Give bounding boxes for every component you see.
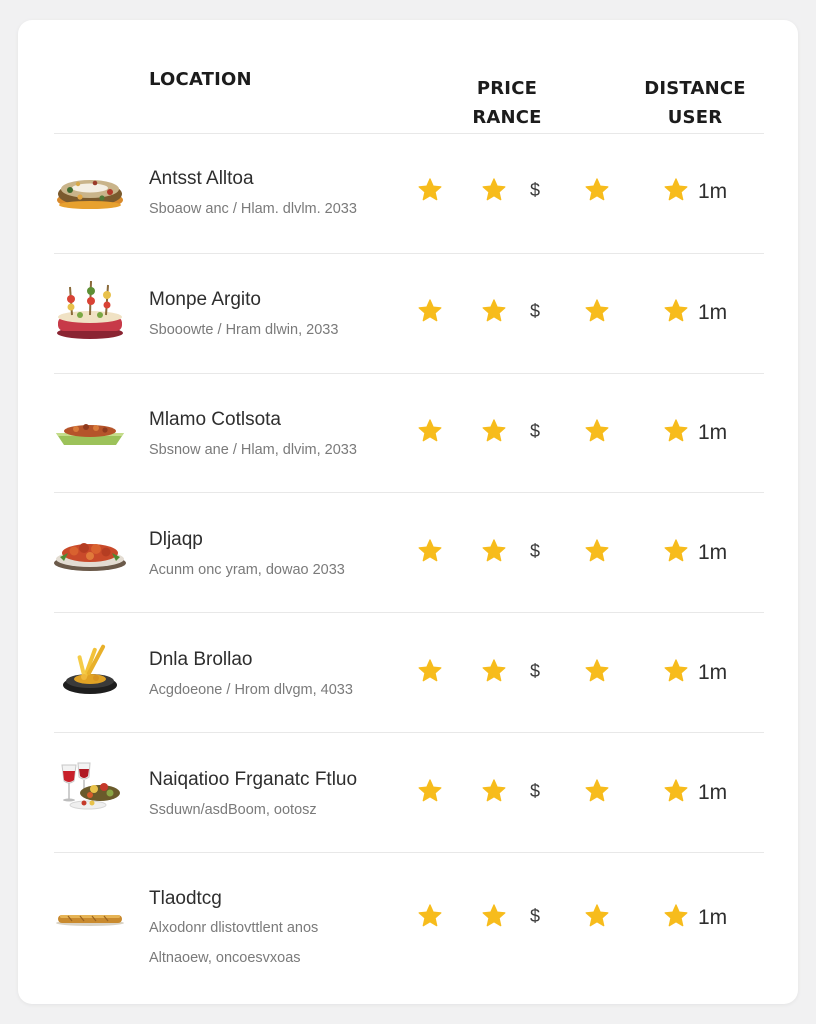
location-row[interactable]: Naiqatioo Frganatc Ftluo Ssduwn/asdBoom, … — [18, 733, 798, 853]
star-icon — [584, 177, 610, 203]
distance-value: 1m — [698, 180, 728, 203]
price-range-value: $ — [530, 180, 541, 200]
star-icon — [584, 658, 610, 684]
skewer-platter-icon — [50, 273, 130, 349]
star-icon — [663, 538, 689, 564]
star-icon — [663, 418, 689, 444]
location-name[interactable]: Dljaqp — [149, 529, 203, 551]
location-details: Acgdoeone / Hrom dlvgm, 4033 — [149, 682, 353, 698]
star-icon — [481, 298, 507, 324]
location-details: Acunm onc yram, dowao 2033 — [149, 562, 345, 578]
star-icon — [663, 177, 689, 203]
baguette-icon — [50, 877, 130, 953]
star-icon — [663, 298, 689, 324]
star-icon — [481, 538, 507, 564]
star-icon — [417, 538, 443, 564]
fries-bowl-icon — [50, 633, 130, 709]
column-header-distance-line2: USER — [667, 107, 723, 128]
star-icon — [417, 418, 443, 444]
column-header-location[interactable]: LOCATION — [149, 65, 252, 94]
location-details: Alxodonr dlistovttlent anos — [149, 920, 319, 936]
price-range-value: $ — [530, 781, 541, 801]
green-tray-icon — [50, 393, 130, 469]
star-icon — [481, 778, 507, 804]
price-range-value: $ — [530, 906, 541, 926]
location-name[interactable]: Tlaodtcg — [149, 888, 222, 910]
distance-value: 1m — [698, 781, 728, 804]
wine-glasses-icon — [50, 753, 130, 829]
location-details-extra: Altnaoew, oncoesvxoas — [149, 950, 301, 966]
star-icon — [584, 418, 610, 444]
roast-platter-icon — [50, 513, 130, 589]
star-icon — [663, 903, 689, 929]
star-icon — [417, 903, 443, 929]
column-header-distance-user[interactable]: DISTANCE USER — [630, 74, 760, 132]
location-name[interactable]: Monpe Argito — [149, 289, 261, 311]
location-details: Sboaow anc / Hlam. dlvlm. 2033 — [149, 201, 357, 217]
distance-value: 1m — [698, 906, 728, 929]
price-range-value: $ — [530, 421, 541, 441]
star-icon — [663, 778, 689, 804]
star-icon — [584, 903, 610, 929]
star-icon — [663, 658, 689, 684]
price-range-value: $ — [530, 541, 541, 561]
star-icon — [584, 298, 610, 324]
star-icon — [417, 298, 443, 324]
column-header-location-label: LOCATION — [149, 69, 252, 90]
location-name[interactable]: Naiqatioo Frganatc Ftluo — [149, 769, 357, 791]
location-row[interactable]: Dljaqp Acunm onc yram, dowao 2033 $1m — [18, 493, 798, 613]
price-range-value: $ — [530, 301, 541, 321]
column-header-price-line2: RANCE — [472, 107, 542, 128]
star-icon — [584, 538, 610, 564]
distance-value: 1m — [698, 541, 728, 564]
location-row[interactable]: Tlaodtcg Alxodonr dlistovttlent anos Altna… — [18, 853, 798, 973]
location-details: Sbsnow ane / Hlam, dlvim, 2033 — [149, 442, 357, 458]
star-icon — [417, 658, 443, 684]
wreath-dish-icon — [50, 152, 130, 228]
location-row[interactable]: Dnla Brollao Acgdoeone / Hrom dlvgm, 4033… — [18, 613, 798, 733]
distance-value: 1m — [698, 661, 728, 684]
star-icon — [481, 903, 507, 929]
star-icon — [584, 778, 610, 804]
location-details: Sbooowte / Hram dlwin, 2033 — [149, 322, 339, 338]
star-icon — [417, 778, 443, 804]
results-card: LOCATION PRICE RANCE DISTANCE USER Antss… — [18, 20, 798, 1004]
distance-value: 1m — [698, 421, 728, 444]
price-range-value: $ — [530, 661, 541, 681]
location-name[interactable]: Antsst Alltoa — [149, 168, 254, 190]
location-name[interactable]: Dnla Brollao — [149, 649, 253, 671]
location-details: Ssduwn/asdBoom, ootosz — [149, 802, 317, 818]
star-icon — [481, 418, 507, 444]
column-header-distance-line1: DISTANCE — [644, 78, 746, 99]
location-row[interactable]: Monpe Argito Sbooowte / Hram dlwin, 2033 … — [18, 253, 798, 373]
location-row[interactable]: Mlamo Cotlsota Sbsnow ane / Hlam, dlvim, … — [18, 373, 798, 493]
star-icon — [417, 177, 443, 203]
distance-value: 1m — [698, 301, 728, 324]
column-header-price-line1: PRICE — [476, 78, 538, 99]
star-icon — [481, 177, 507, 203]
star-icon — [481, 658, 507, 684]
location-row[interactable]: Antsst Alltoa Sboaow anc / Hlam. dlvlm. 2… — [18, 132, 798, 252]
column-header-price-range[interactable]: PRICE RANCE — [458, 74, 556, 132]
location-name[interactable]: Mlamo Cotlsota — [149, 409, 281, 431]
